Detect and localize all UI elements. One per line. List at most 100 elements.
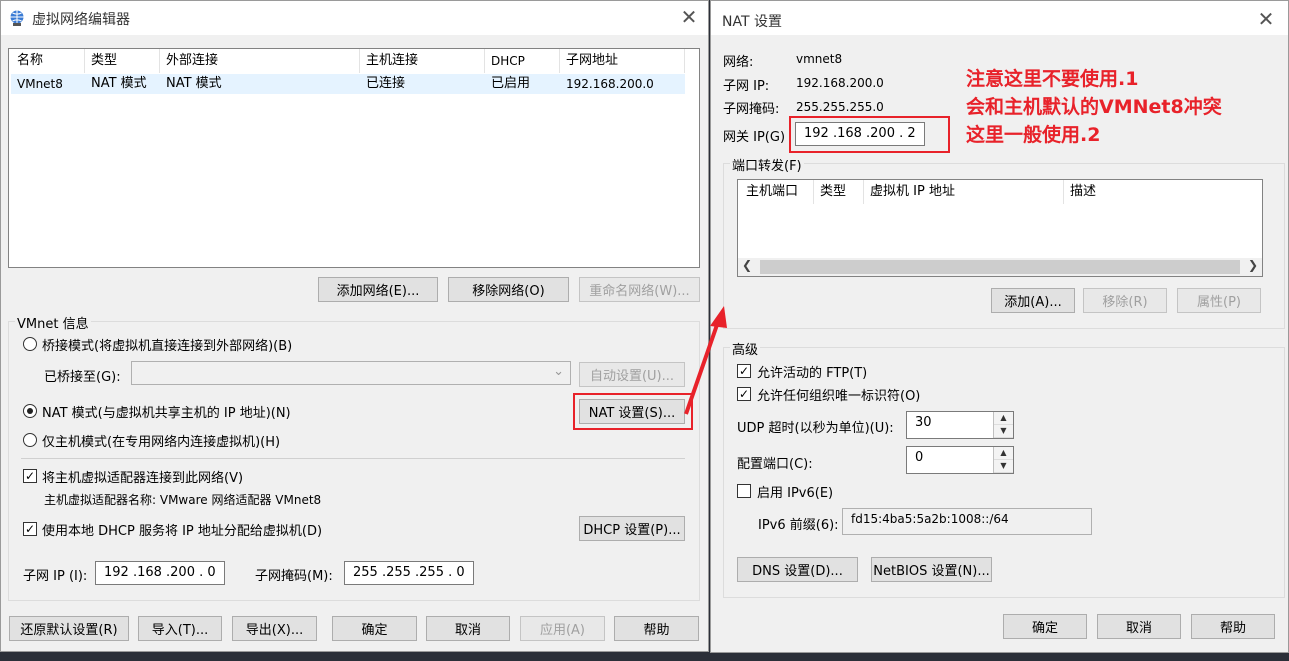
enable-ipv6-label[interactable]: 启用 IPv6(E) — [757, 482, 833, 501]
cancel-button[interactable]: 取消 — [426, 616, 510, 641]
window-title: 虚拟网络编辑器 — [32, 12, 130, 28]
chevron-down-icon: ⌄ — [553, 364, 564, 379]
subnet-ip-input[interactable]: 192 .168 .200 . 0 — [95, 561, 225, 585]
port-forwarding-table: 主机端口 类型 虚拟机 IP 地址 描述 ❮ ❯ — [737, 179, 1263, 277]
nat-settings-button[interactable]: NAT 设置(S)... — [579, 399, 685, 424]
nat-ok-button[interactable]: 确定 — [1003, 614, 1087, 639]
nat-mode-radio[interactable] — [23, 404, 37, 418]
host-only-label[interactable]: 仅主机模式(在专用网络内连接虚拟机)(H) — [42, 431, 280, 450]
adapter-name-text: 主机虚拟适配器名称: VMware 网络适配器 VMnet8 — [44, 493, 322, 507]
red-arrow-icon — [684, 306, 727, 415]
import-button[interactable]: 导入(T)... — [138, 616, 222, 641]
subnet-mask-label: 子网掩码(M): — [255, 569, 333, 584]
subnet-ip-label: 子网 IP: — [723, 79, 770, 94]
scroll-right-icon[interactable]: ❯ — [1248, 258, 1258, 272]
pf-vm-ip-header[interactable]: 虚拟机 IP 地址 — [864, 180, 1064, 204]
nat-window-title: NAT 设置 — [722, 14, 782, 30]
col-host-header[interactable]: 主机连接 — [360, 49, 485, 73]
udp-timeout-input[interactable]: 30 ▲ ▼ — [906, 411, 1014, 439]
virtual-network-editor-window: 虚拟网络编辑器 ✕ 名称 类型 外部连接 主机连接 DHCP 子网地址 VMne… — [0, 0, 709, 652]
nat-mode-label[interactable]: NAT 模式(与虚拟机共享主机的 IP 地址)(N) — [42, 402, 291, 421]
config-port-input[interactable]: 0 ▲ ▼ — [906, 446, 1014, 474]
restore-defaults-button[interactable]: 还原默认设置(R) — [9, 616, 129, 641]
ipv6-prefix-input[interactable]: fd15:4ba5:5a2b:1008::/64 — [842, 508, 1092, 535]
bridged-mode-radio[interactable] — [23, 337, 37, 351]
title-bar: 虚拟网络编辑器 ✕ — [1, 1, 708, 35]
config-port-spinner[interactable]: ▲ ▼ — [993, 447, 1013, 473]
network-label: 网络: — [723, 55, 754, 70]
spin-up-icon[interactable]: ▲ — [994, 447, 1013, 460]
col-subnet-header[interactable]: 子网地址 — [560, 49, 685, 73]
col-name-header[interactable]: 名称 — [11, 49, 85, 73]
udp-timeout-spinner[interactable]: ▲ ▼ — [993, 412, 1013, 438]
gateway-label: 网关 IP(G) — [723, 130, 786, 145]
network-table: 名称 类型 外部连接 主机连接 DHCP 子网地址 VMnet8 NAT 模式 … — [8, 48, 700, 268]
netbios-settings-button[interactable]: NetBIOS 设置(N)... — [871, 557, 992, 582]
pf-properties-button[interactable]: 属性(P) — [1177, 288, 1261, 313]
rename-network-button[interactable]: 重命名网络(W)... — [579, 277, 700, 302]
apply-button[interactable]: 应用(A) — [520, 616, 605, 641]
help-button[interactable]: 帮助 — [614, 616, 699, 641]
ipv6-prefix-label: IPv6 前缀(6): — [758, 518, 839, 533]
udp-timeout-value: 30 — [915, 415, 932, 430]
pf-remove-button[interactable]: 移除(R) — [1083, 288, 1167, 313]
enable-ipv6-checkbox[interactable] — [737, 484, 751, 498]
allow-ftp-label[interactable]: 允许活动的 FTP(T) — [757, 362, 867, 381]
allow-oui-label[interactable]: 允许任何组织唯一标识符(O) — [757, 385, 920, 404]
ok-button[interactable]: 确定 — [332, 616, 417, 641]
host-only-radio[interactable] — [23, 433, 37, 447]
annotation-line-1: 注意这里不要使用.1 — [966, 68, 1139, 90]
gateway-input[interactable]: 192 .168 .200 . 2 — [795, 122, 925, 146]
spin-up-icon[interactable]: ▲ — [994, 412, 1013, 425]
subnet-mask-value: 255.255.255.0 — [796, 100, 884, 114]
connect-adapter-checkbox[interactable]: ✓ — [23, 469, 37, 483]
udp-timeout-label: UDP 超时(以秒为单位)(U): — [737, 421, 894, 436]
dns-settings-button[interactable]: DNS 设置(D)... — [737, 557, 858, 582]
annotation-line-3: 这里一般使用.2 — [966, 124, 1101, 146]
col-type-header[interactable]: 类型 — [85, 49, 160, 73]
scroll-thumb[interactable] — [760, 260, 1240, 274]
bridged-mode-label[interactable]: 桥接模式(将虚拟机直接连接到外部网络)(B) — [42, 335, 292, 354]
connect-adapter-label[interactable]: 将主机虚拟适配器连接到此网络(V) — [42, 467, 243, 486]
remove-network-button[interactable]: 移除网络(O) — [448, 277, 569, 302]
subnet-mask-input[interactable]: 255 .255 .255 . 0 — [344, 561, 474, 585]
auto-settings-button[interactable]: 自动设置(U)... — [579, 362, 685, 387]
row-name: VMnet8 — [17, 77, 63, 91]
row-type: NAT 模式 — [91, 76, 147, 91]
config-port-value: 0 — [915, 450, 924, 465]
annotation-line-2: 会和主机默认的VMNet8冲突 — [966, 96, 1222, 118]
spin-down-icon[interactable]: ▼ — [994, 425, 1013, 438]
subnet-ip-value: 192.168.200.0 — [796, 76, 884, 90]
nat-close-icon[interactable]: ✕ — [1256, 9, 1276, 29]
nat-settings-window: NAT 设置 ✕ 网络: vmnet8 子网 IP: 192.168.200.0… — [710, 0, 1289, 653]
export-button[interactable]: 导出(X)... — [232, 616, 317, 641]
use-dhcp-label[interactable]: 使用本地 DHCP 服务将 IP 地址分配给虚拟机(D) — [42, 520, 322, 539]
row-subnet: 192.168.200.0 — [566, 77, 654, 91]
nat-cancel-button[interactable]: 取消 — [1097, 614, 1181, 639]
table-row[interactable]: VMnet8 NAT 模式 NAT 模式 已连接 已启用 192.168.200… — [11, 74, 685, 94]
vmnet-info-title: VMnet 信息 — [15, 313, 91, 332]
annotation-note: 注意这里不要使用.1 会和主机默认的VMNet8冲突 这里一般使用.2 — [966, 65, 1222, 149]
pf-description-header[interactable]: 描述 — [1064, 180, 1214, 204]
row-dhcp: 已启用 — [491, 76, 531, 91]
use-dhcp-checkbox[interactable]: ✓ — [23, 522, 37, 536]
col-dhcp-header[interactable]: DHCP — [485, 49, 560, 73]
pf-host-port-header[interactable]: 主机端口 — [740, 180, 814, 204]
close-icon[interactable]: ✕ — [679, 7, 699, 27]
port-forwarding-title: 端口转发(F) — [730, 155, 804, 174]
spin-down-icon[interactable]: ▼ — [994, 460, 1013, 473]
add-network-button[interactable]: 添加网络(E)... — [318, 277, 438, 302]
row-host: 已连接 — [366, 76, 406, 91]
network-globe-icon — [10, 10, 24, 26]
horizontal-scrollbar[interactable]: ❮ ❯ — [738, 258, 1262, 276]
nat-help-button[interactable]: 帮助 — [1191, 614, 1275, 639]
dhcp-settings-button[interactable]: DHCP 设置(P)... — [579, 516, 685, 541]
pf-add-button[interactable]: 添加(A)... — [991, 288, 1075, 313]
nat-title-bar: NAT 设置 ✕ — [711, 1, 1288, 35]
col-external-header[interactable]: 外部连接 — [160, 49, 360, 73]
subnet-ip-label: 子网 IP (I): — [23, 569, 88, 584]
bridged-to-select[interactable]: ⌄ — [131, 361, 571, 385]
subnet-mask-label: 子网掩码: — [723, 102, 780, 117]
pf-type-header[interactable]: 类型 — [814, 180, 864, 204]
scroll-left-icon[interactable]: ❮ — [742, 258, 752, 272]
